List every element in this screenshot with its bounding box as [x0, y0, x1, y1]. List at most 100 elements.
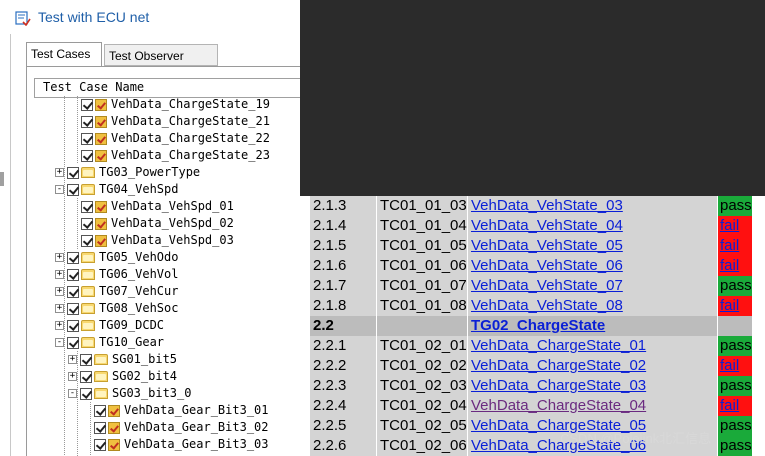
collapse-icon[interactable]: -	[68, 389, 77, 398]
result-pass-badge: pass	[718, 376, 752, 396]
tree-group-item[interactable]: - TG04_VehSpd	[55, 181, 178, 198]
report-cell-name: VehData_ChargeState_01	[468, 336, 717, 356]
tree-group-item[interactable]: + TG06_VehVol	[55, 266, 178, 283]
checkbox-checked-icon[interactable]	[67, 183, 79, 196]
checkbox-checked-icon[interactable]	[67, 166, 79, 179]
tab-test-cases[interactable]: Test Cases	[26, 42, 102, 66]
report-cell-number: 2.2.2	[310, 356, 376, 376]
tree-item-label: TG10_Gear	[99, 335, 165, 349]
tree-item-label: TG06_VehVol	[99, 267, 179, 281]
tree-test-case-item[interactable]: VehData_VehSpd_01	[81, 198, 234, 215]
checkbox-checked-icon[interactable]	[80, 370, 92, 383]
checkbox-checked-icon[interactable]	[67, 336, 79, 349]
tree-group-item[interactable]: + TG08_VehSoc	[55, 300, 178, 317]
report-cell-id: TC01_02_05	[377, 416, 467, 436]
result-fail-badge[interactable]: fail	[718, 236, 752, 256]
checkbox-checked-icon[interactable]	[80, 387, 92, 400]
tree-item-label: VehData_VehSpd_02	[111, 216, 234, 230]
tree-test-case-item[interactable]: VehData_ChargeState_19	[81, 96, 270, 113]
expand-icon[interactable]: +	[55, 304, 64, 313]
report-group-row: 2.2 TG02_ChargeState	[300, 316, 765, 336]
report-cell-id: TC01_01_07	[377, 276, 467, 296]
tree-test-case-item[interactable]: VehData_ChargeState_21	[81, 113, 270, 130]
collapse-icon[interactable]: -	[55, 185, 64, 194]
tree-test-case-item[interactable]: VehData_Gear_Bit3_02	[94, 419, 269, 436]
test-case-link[interactable]: VehData_VehState_06	[471, 257, 623, 274]
test-group-folder-icon	[81, 303, 95, 314]
result-fail-badge[interactable]: fail	[718, 216, 752, 236]
checkbox-checked-icon[interactable]	[81, 200, 93, 213]
column-header-test-case-name[interactable]: Test Case Name	[34, 78, 300, 98]
report-cell-name: VehData_VehState_07	[468, 276, 717, 296]
tree-group-item[interactable]: - TG10_Gear	[55, 334, 164, 351]
tree-test-case-item[interactable]: VehData_Gear_Bit3_03	[94, 436, 269, 453]
checkbox-checked-icon[interactable]	[67, 251, 79, 264]
checkbox-checked-icon[interactable]	[67, 268, 79, 281]
report-cell-name: VehData_VehState_03	[468, 196, 717, 216]
result-fail-badge[interactable]: fail	[718, 396, 752, 416]
tree-item-label: VehData_ChargeState_23	[111, 148, 270, 162]
checkbox-checked-icon[interactable]	[94, 404, 106, 417]
tree-test-case-item[interactable]: VehData_ChargeState_22	[81, 130, 270, 147]
test-case-link[interactable]: VehData_ChargeState_04	[471, 397, 646, 414]
result-fail-badge[interactable]: fail	[718, 296, 752, 316]
tree-test-case-item[interactable]: VehData_VehSpd_03	[81, 232, 234, 249]
report-row: 2.1.7 TC01_01_07 VehData_VehState_07 pass	[300, 276, 765, 296]
tree-item-label: SG01_bit5	[112, 352, 178, 366]
report-cell-name: VehData_VehState_06	[468, 256, 717, 276]
result-pass-badge: pass	[718, 276, 752, 296]
expand-icon[interactable]: +	[55, 321, 64, 330]
tree-group-item[interactable]: - SG03_bit3_0	[68, 385, 191, 402]
test-case-link[interactable]: VehData_VehState_08	[471, 297, 623, 314]
tree-group-item[interactable]: + TG03_PowerType	[55, 164, 200, 181]
checkbox-checked-icon[interactable]	[67, 302, 79, 315]
report-cell-id: TC01_02_03	[377, 376, 467, 396]
tree-group-item[interactable]: + SG02_bit4	[68, 368, 177, 385]
test-case-link[interactable]: VehData_ChargeState_02	[471, 357, 646, 374]
test-case-link[interactable]: VehData_VehState_03	[471, 197, 623, 214]
test-case-link[interactable]: VehData_VehState_04	[471, 217, 623, 234]
checkbox-checked-icon[interactable]	[94, 421, 106, 434]
report-cell-number: 2.1.7	[310, 276, 376, 296]
result-pass-badge: pass	[718, 416, 752, 436]
result-fail-badge[interactable]: fail	[718, 356, 752, 376]
expand-icon[interactable]: +	[55, 270, 64, 279]
report-cell-id: TC01_01_04	[377, 216, 467, 236]
test-case-link[interactable]: VehData_VehState_07	[471, 277, 623, 294]
checkbox-checked-icon[interactable]	[94, 438, 106, 451]
tab-test-observer[interactable]: Test Observer	[104, 44, 218, 66]
checkbox-checked-icon[interactable]	[81, 149, 93, 162]
tree-group-item[interactable]: + TG05_VehOdo	[55, 249, 178, 266]
tree-test-case-item[interactable]: VehData_VehSpd_02	[81, 215, 234, 232]
report-cell-id: TC01_02_06	[377, 436, 467, 456]
expand-icon[interactable]: +	[55, 287, 64, 296]
window-title: Test with ECU net	[38, 9, 150, 25]
window-titlebar: Test with ECU net	[0, 0, 300, 34]
checkbox-checked-icon[interactable]	[67, 285, 79, 298]
expand-icon[interactable]: +	[68, 372, 77, 381]
checkbox-checked-icon[interactable]	[80, 353, 92, 366]
test-case-link[interactable]: VehData_ChargeState_03	[471, 377, 646, 394]
expand-icon[interactable]: +	[55, 253, 64, 262]
tree-item-label: SG02_bit4	[112, 369, 178, 383]
checkbox-checked-icon[interactable]	[81, 115, 93, 128]
tree-test-case-item[interactable]: VehData_Gear_Bit3_01	[94, 402, 269, 419]
tree-group-item[interactable]: + SG01_bit5	[68, 351, 177, 368]
expand-icon[interactable]: +	[68, 355, 77, 364]
result-fail-badge[interactable]: fail	[718, 256, 752, 276]
test-case-link[interactable]: VehData_VehState_05	[471, 237, 623, 254]
collapse-icon[interactable]: -	[55, 338, 64, 347]
splitter-handle[interactable]	[0, 172, 4, 186]
checkbox-checked-icon[interactable]	[67, 319, 79, 332]
checkbox-checked-icon[interactable]	[81, 234, 93, 247]
checkbox-checked-icon[interactable]	[81, 98, 93, 111]
test-case-link[interactable]: VehData_ChargeState_01	[471, 337, 646, 354]
checkbox-checked-icon[interactable]	[81, 132, 93, 145]
tree-test-case-item[interactable]: VehData_ChargeState_23	[81, 147, 270, 164]
checkbox-checked-icon[interactable]	[81, 217, 93, 230]
expand-icon[interactable]: +	[55, 168, 64, 177]
test-case-link[interactable]: TG02_ChargeState	[471, 317, 605, 334]
tree-group-item[interactable]: + TG09_DCDC	[55, 317, 164, 334]
tree-group-item[interactable]: + TG07_VehCur	[55, 283, 178, 300]
test-group-folder-icon	[94, 388, 108, 399]
